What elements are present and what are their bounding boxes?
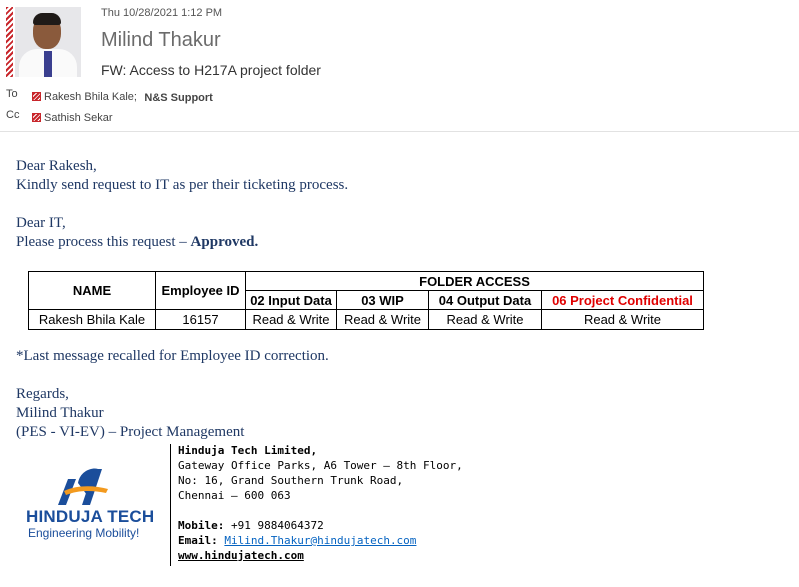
cell-access: Read & Write — [541, 309, 704, 330]
mobile-number: +91 9884064372 — [230, 519, 324, 532]
hinduja-tech-logo: HINDUJA TECH Engineering Mobility! — [16, 465, 166, 545]
cc-recipients: Sathish Sekar — [32, 109, 112, 127]
col-header-name: NAME — [28, 271, 156, 310]
approved-text: Approved. — [190, 234, 259, 250]
sent-date: Thu 10/28/2021 1:12 PM — [101, 7, 223, 19]
cc-label: Cc — [6, 109, 20, 121]
recipient-ns-support[interactable]: N&S Support — [144, 92, 212, 104]
to-label: To — [6, 88, 18, 100]
presence-icon — [32, 92, 41, 101]
signature-name: Milind Thakur — [16, 405, 104, 421]
folder-header: 02 Input Data — [245, 290, 337, 310]
greeting-it: Dear IT, — [16, 215, 66, 231]
presence-indicator — [6, 7, 13, 77]
avatar-photo — [15, 7, 81, 77]
signature-divider — [170, 444, 171, 566]
regards: Regards, — [16, 386, 69, 402]
table-row: Rakesh Bhila Kale 16157 Read & Write Rea… — [28, 309, 704, 330]
recipient-rakesh[interactable]: Rakesh Bhila Kale; — [32, 91, 137, 103]
to-recipients: Rakesh Bhila Kale; N&S Support — [32, 88, 213, 106]
email-subject: FW: Access to H217A project folder — [101, 62, 321, 78]
recipient-sathish[interactable]: Sathish Sekar — [32, 112, 112, 124]
mobile-line: Mobile: +91 9884064372 — [178, 519, 324, 532]
col-header-folder-access: FOLDER ACCESS — [245, 271, 704, 291]
cell-access: Read & Write — [428, 309, 542, 330]
email-link[interactable]: Milind.Thakur@hindujatech.com — [224, 534, 416, 547]
folder-header-confidential: 06 Project Confidential — [541, 290, 704, 310]
signature-title: (PES - VI-EV) – Project Management — [16, 424, 245, 440]
greeting-rakesh: Dear Rakesh, — [16, 158, 97, 174]
logo-wordmark: HINDUJA TECH — [26, 507, 155, 526]
logo-tagline: Engineering Mobility! — [28, 526, 140, 540]
recall-note: *Last message recalled for Employee ID c… — [16, 348, 329, 364]
company-name: Hinduja Tech Limited, — [178, 444, 318, 457]
cell-access: Read & Write — [245, 309, 337, 330]
presence-icon — [32, 113, 41, 122]
cell-employee-id: 16157 — [155, 309, 246, 330]
request-line: Kindly send request to IT as per their t… — [16, 177, 349, 193]
email-line: Email: Milind.Thakur@hindujatech.com — [178, 534, 417, 547]
header-divider — [0, 131, 799, 132]
sender-name[interactable]: Milind Thakur — [101, 29, 221, 52]
address-line: Chennai – 600 063 — [178, 489, 291, 502]
cell-name: Rakesh Bhila Kale — [28, 309, 156, 330]
address-line: No: 16, Grand Southern Trunk Road, — [178, 474, 404, 487]
approval-line: Please process this request – Approved. — [16, 234, 259, 250]
cell-access: Read & Write — [336, 309, 429, 330]
folder-header: 03 WIP — [336, 290, 429, 310]
col-header-employee-id: Employee ID — [155, 271, 246, 310]
address-line: Gateway Office Parks, A6 Tower – 8th Flo… — [178, 459, 463, 472]
folder-access-table: NAME Employee ID FOLDER ACCESS 02 Input … — [28, 271, 704, 330]
folder-header: 04 Output Data — [428, 290, 542, 310]
website-link[interactable]: www.hindujatech.com — [178, 549, 304, 562]
sender-avatar[interactable] — [6, 7, 84, 77]
